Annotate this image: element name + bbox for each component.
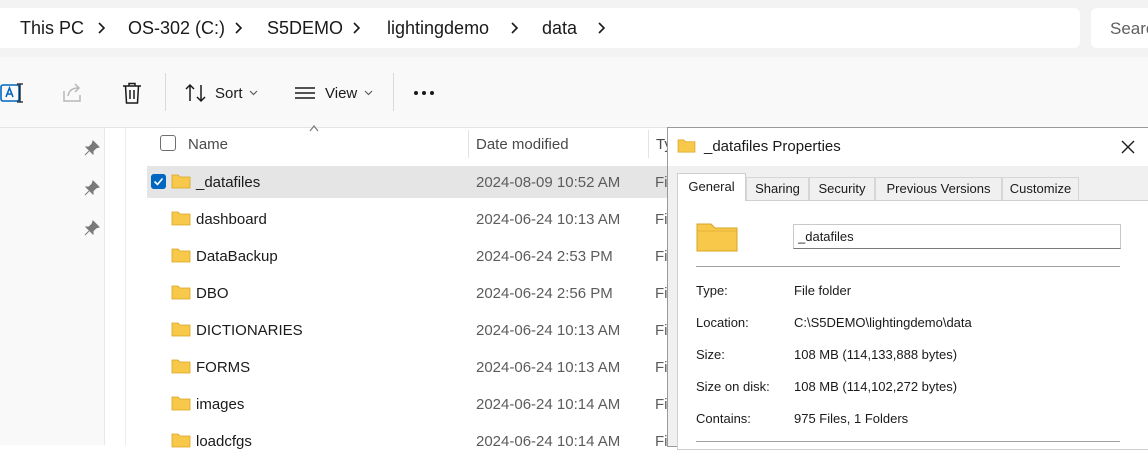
property-value: 108 MB (114,102,272 bytes) xyxy=(794,379,958,394)
pin-icon[interactable] xyxy=(84,140,100,156)
property-value: 975 Files, 1 Folders xyxy=(794,411,909,426)
rename-icon[interactable] xyxy=(0,80,26,106)
table-row[interactable]: DBO 2024-06-24 2:56 PM Fi xyxy=(147,277,677,309)
chevron-right-icon[interactable] xyxy=(595,18,609,38)
file-name: FORMS xyxy=(196,359,251,376)
table-row[interactable]: loadcfgs 2024-06-24 10:14 AM Fi xyxy=(147,425,677,457)
file-date-modified: 2024-06-24 10:14 AM xyxy=(476,433,621,450)
sort-ascending-icon xyxy=(309,125,319,132)
command-bar xyxy=(0,57,1148,128)
chevron-right-icon[interactable] xyxy=(350,18,364,38)
close-icon[interactable] xyxy=(1118,137,1138,157)
file-name: loadcfgs xyxy=(196,433,252,450)
table-row[interactable]: FORMS 2024-06-24 10:13 AM Fi xyxy=(147,351,677,383)
file-date-modified: 2024-06-24 10:13 AM xyxy=(476,322,621,339)
breadcrumb-s5demo[interactable]: S5DEMO xyxy=(267,18,343,39)
share-icon[interactable] xyxy=(60,80,86,106)
column-separator[interactable] xyxy=(468,130,469,158)
divider xyxy=(696,266,1120,267)
table-row[interactable]: DataBackup 2024-06-24 2:53 PM Fi xyxy=(147,240,677,272)
file-type: Fi xyxy=(655,322,668,339)
select-all-checkbox[interactable] xyxy=(160,135,176,151)
folder-icon xyxy=(677,139,696,153)
property-label: Type: xyxy=(696,283,728,298)
folder-icon xyxy=(171,174,191,189)
chevron-down-icon[interactable] xyxy=(364,90,373,96)
view-icon[interactable] xyxy=(293,80,319,106)
file-date-modified: 2024-06-24 10:14 AM xyxy=(476,396,621,413)
column-separator[interactable] xyxy=(648,130,649,158)
folder-icon xyxy=(171,248,191,263)
file-type: Fi xyxy=(655,396,668,413)
file-type: Fi xyxy=(655,359,668,376)
sort-button[interactable]: Sort xyxy=(215,85,243,102)
table-row[interactable]: _datafiles 2024-08-09 10:52 AM Fi xyxy=(147,166,677,198)
file-type: Fi xyxy=(655,211,668,228)
folder-icon xyxy=(171,433,191,448)
file-name: DBO xyxy=(196,285,229,302)
table-row[interactable]: images 2024-06-24 10:14 AM Fi xyxy=(147,388,677,420)
file-name: _datafiles xyxy=(196,174,261,191)
column-header-name[interactable]: Name xyxy=(188,136,228,153)
chevron-right-icon[interactable] xyxy=(95,18,109,38)
file-name: images xyxy=(196,396,245,413)
file-type: Fi xyxy=(655,174,668,191)
tab-security[interactable]: Security xyxy=(809,177,875,200)
view-button[interactable]: View xyxy=(325,85,357,102)
property-label: Size: xyxy=(696,347,725,362)
toolbar-divider xyxy=(393,73,394,111)
sort-icon[interactable] xyxy=(183,80,209,106)
more-options-icon[interactable] xyxy=(412,80,438,106)
folder-name-input[interactable] xyxy=(793,224,1121,249)
folder-icon xyxy=(696,223,738,252)
property-label: Size on disk: xyxy=(696,379,770,394)
property-value: C:\S5DEMO\lightingdemo\data xyxy=(794,315,972,330)
row-checkbox[interactable] xyxy=(151,174,166,189)
table-row[interactable]: DICTIONARIES 2024-06-24 10:13 AM Fi xyxy=(147,314,677,346)
property-label: Contains: xyxy=(696,411,751,426)
search-placeholder: Search xyxy=(1110,19,1148,38)
column-header-date-modified[interactable]: Date modified xyxy=(476,136,569,153)
tab-general[interactable]: General xyxy=(677,173,746,201)
file-date-modified: 2024-06-24 10:13 AM xyxy=(476,211,621,228)
file-name: DataBackup xyxy=(196,248,278,265)
delete-icon[interactable] xyxy=(119,80,145,106)
folder-icon xyxy=(171,322,191,337)
file-type: Fi xyxy=(655,248,668,265)
file-name: dashboard xyxy=(196,211,267,228)
folder-icon xyxy=(171,396,191,411)
file-type: Fi xyxy=(655,285,668,302)
breadcrumb-drive[interactable]: OS-302 (C:) xyxy=(128,18,225,39)
pin-icon[interactable] xyxy=(84,180,100,196)
dialog-title: _datafiles Properties xyxy=(704,138,841,155)
toolbar-divider xyxy=(165,73,166,111)
folder-icon xyxy=(171,359,191,374)
table-row[interactable]: dashboard 2024-06-24 10:13 AM Fi xyxy=(147,203,677,235)
file-type: Fi xyxy=(655,433,668,450)
breadcrumb-data[interactable]: data xyxy=(542,18,577,39)
pin-icon[interactable] xyxy=(84,220,100,236)
breadcrumb-this-pc[interactable]: This PC xyxy=(20,18,84,39)
chevron-right-icon[interactable] xyxy=(232,18,246,38)
file-date-modified: 2024-06-24 2:53 PM xyxy=(476,248,613,265)
file-name: DICTIONARIES xyxy=(196,322,303,339)
chevron-down-icon[interactable] xyxy=(249,90,258,96)
file-date-modified: 2024-06-24 10:13 AM xyxy=(476,359,621,376)
property-label: Location: xyxy=(696,315,749,330)
tab-previous-versions[interactable]: Previous Versions xyxy=(875,177,1002,200)
chevron-right-icon[interactable] xyxy=(508,18,522,38)
navigation-pane xyxy=(0,128,105,445)
tab-customize[interactable]: Customize xyxy=(1002,177,1079,200)
property-value: 108 MB (114,133,888 bytes) xyxy=(794,347,958,362)
breadcrumb-lightingdemo[interactable]: lightingdemo xyxy=(387,18,489,39)
folder-icon xyxy=(171,211,191,226)
folder-icon xyxy=(171,285,191,300)
tab-sharing[interactable]: Sharing xyxy=(746,177,809,200)
divider xyxy=(696,441,1120,442)
file-date-modified: 2024-06-24 2:56 PM xyxy=(476,285,613,302)
file-date-modified: 2024-08-09 10:52 AM xyxy=(476,174,621,191)
property-value: File folder xyxy=(794,283,852,298)
